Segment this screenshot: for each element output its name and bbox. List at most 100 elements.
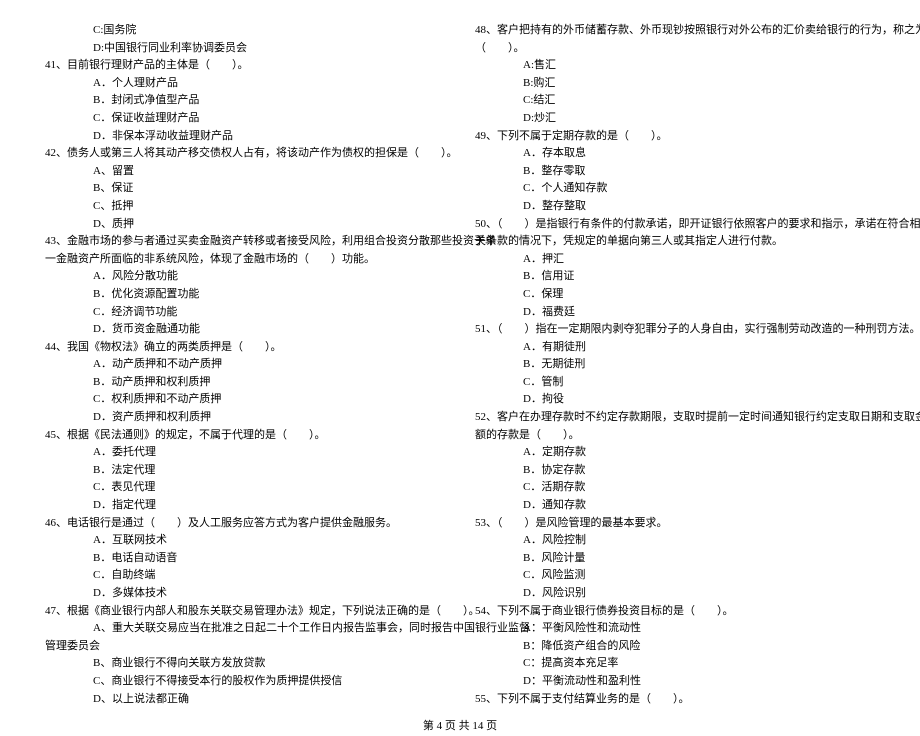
question-line: 48、客户把持有的外币储蓄存款、外币现钞按照银行对外公布的汇价卖给银行的行为，称… [475,22,875,40]
option-text: A．有期徒刑 [523,341,586,353]
option-text: D、以上说法都正确 [93,693,189,705]
option-line: D:炒汇 [475,110,875,128]
option-text: A．定期存款 [523,446,586,458]
option-line: D：平衡流动性和盈利性 [475,673,875,691]
option-line: C:结汇 [475,92,875,110]
option-text: A．押汇 [523,253,564,265]
question-text: 41、目前银行理财产品的主体是（ ）。 [45,59,249,71]
question-text: 53、（ ）是风险管理的最基本要求。 [475,517,668,529]
option-text: D：平衡流动性和盈利性 [523,675,641,687]
question-line: 45、根据《民法通则》的规定，不属于代理的是（ ）。 [45,427,445,445]
option-text: D．风险识别 [523,587,586,599]
option-line: A．个人理财产品 [45,75,445,93]
option-line: B．法定代理 [45,462,445,480]
question-line: 关条款的情况下，凭规定的单据向第三人或其指定人进行付款。 [475,233,875,251]
option-line: D、质押 [45,216,445,234]
option-line: A．押汇 [475,251,875,269]
option-line: A．存本取息 [475,145,875,163]
option-line: B:购汇 [475,75,875,93]
option-text: C．活期存款 [523,481,585,493]
option-text: D．资产质押和权利质押 [93,411,211,423]
option-text: B．电话自动语音 [93,552,177,564]
question-line: 52、客户在办理存款时不约定存款期限，支取时提前一定时间通知银行约定支取日期和支… [475,409,875,427]
option-line: C、商业银行不得接受本行的股权作为质押提供授信 [45,673,445,691]
option-line: A．定期存款 [475,444,875,462]
option-text: D:中国银行同业利率协调委员会 [93,42,247,54]
option-text: C．自助终端 [93,569,155,581]
question-line: （ ）。 [475,40,875,58]
option-line: A．互联网技术 [45,532,445,550]
option-text: D．拘役 [523,393,564,405]
question-text: 47、根据《商业银行内部人和股东关联交易管理办法》规定，下列说法正确的是（ ）。 [45,605,480,617]
option-line: C．表见代理 [45,479,445,497]
option-line: D．风险识别 [475,585,875,603]
option-line: B．优化资源配置功能 [45,286,445,304]
question-line: 50、（ ）是指银行有条件的付款承诺，即开证银行依照客户的要求和指示，承诺在符合… [475,216,875,234]
option-line: D．通知存款 [475,497,875,515]
option-line: C:国务院 [45,22,445,40]
question-text: 额的存款是（ ）。 [475,429,580,441]
option-text: B、保证 [93,182,133,194]
question-text: 55、下列不属于支付结算业务的是（ ）。 [475,693,690,705]
option-line: B．电话自动语音 [45,550,445,568]
question-line: 46、电话银行是通过（ ）及人工服务应答方式为客户提供金融服务。 [45,515,445,533]
question-line: 47、根据《商业银行内部人和股东关联交易管理办法》规定，下列说法正确的是（ ）。 [45,603,445,621]
option-text: C．风险监测 [523,569,585,581]
question-line: 54、下列不属于商业银行债券投资目标的是（ ）。 [475,603,875,621]
question-line: 44、我国《物权法》确立的两类质押是（ ）。 [45,339,445,357]
option-text: C：提高资本充足率 [523,657,618,669]
option-line: D．拘役 [475,391,875,409]
option-line: B、保证 [45,180,445,198]
option-line: A．委托代理 [45,444,445,462]
option-text: B．信用证 [523,270,574,282]
option-text: B．动产质押和权利质押 [93,376,210,388]
option-text: A、重大关联交易应当在批准之日起二十个工作日内报告监事会，同时报告中国银行业监督 [93,622,530,634]
option-text: B．风险计量 [523,552,585,564]
option-line: C．保证收益理财产品 [45,110,445,128]
option-text: C．权利质押和不动产质押 [93,393,221,405]
option-text: A．动产质押和不动产质押 [93,358,222,370]
left-column: C:国务院 D:中国银行同业利率协调委员会 41、目前银行理财产品的主体是（ ）。 A… [45,22,445,708]
option-line: C．活期存款 [475,479,875,497]
option-line: C．保理 [475,286,875,304]
question-line: 49、下列不属于定期存款的是（ ）。 [475,128,875,146]
option-line: B、商业银行不得向关联方发放贷款 [45,655,445,673]
option-text: A．个人理财产品 [93,77,178,89]
option-text: A:售汇 [523,59,556,71]
question-text: 50、（ ）是指银行有条件的付款承诺，即开证银行依照客户的要求和指示，承诺在符合… [475,218,920,230]
option-text: D．货币资金融通功能 [93,323,200,335]
option-text: C．经济调节功能 [93,306,177,318]
question-line: 额的存款是（ ）。 [475,427,875,445]
option-line: A．动产质押和不动产质押 [45,356,445,374]
option-text: D．非保本浮动收益理财产品 [93,130,233,142]
option-line: A:售汇 [475,57,875,75]
option-text: D．整存整取 [523,200,586,212]
option-text: C、抵押 [93,200,133,212]
option-line: A．风险分散功能 [45,268,445,286]
question-line: 41、目前银行理财产品的主体是（ ）。 [45,57,445,75]
option-text: D．通知存款 [523,499,586,511]
option-line: B．信用证 [475,268,875,286]
option-text: D．福费廷 [523,306,575,318]
option-text: B．无期徒刑 [523,358,585,370]
right-column: 48、客户把持有的外币储蓄存款、外币现钞按照银行对外公布的汇价卖给银行的行为，称… [475,22,875,708]
question-line: 一金融资产所面临的非系统风险，体现了金融市场的（ ）功能。 [45,251,445,269]
option-line: B．整存零取 [475,163,875,181]
question-text: 52、客户在办理存款时不约定存款期限，支取时提前一定时间通知银行约定支取日期和支… [475,411,920,423]
option-text: C．保理 [523,288,563,300]
option-line: C：提高资本充足率 [475,655,875,673]
question-text: 51、（ ）指在一定期限内剥夺犯罪分子的人身自由，实行强制劳动改造的一种刑罚方法… [475,323,920,335]
option-line: A、留置 [45,163,445,181]
option-line: B．风险计量 [475,550,875,568]
option-text: B、商业银行不得向关联方发放贷款 [93,657,265,669]
option-line: C、抵押 [45,198,445,216]
option-line: B．动产质押和权利质押 [45,374,445,392]
two-column-layout: C:国务院 D:中国银行同业利率协调委员会 41、目前银行理财产品的主体是（ ）。 A… [45,22,875,708]
option-text: A．存本取息 [523,147,586,159]
option-line: D．福费廷 [475,304,875,322]
option-line: B．无期徒刑 [475,356,875,374]
option-text: B．法定代理 [93,464,155,476]
option-line: D．货币资金融通功能 [45,321,445,339]
option-line: D．资产质押和权利质押 [45,409,445,427]
question-text: 43、金融市场的参与者通过买卖金融资产转移或者接受风险，利用组合投资分散那些投资… [45,235,496,247]
